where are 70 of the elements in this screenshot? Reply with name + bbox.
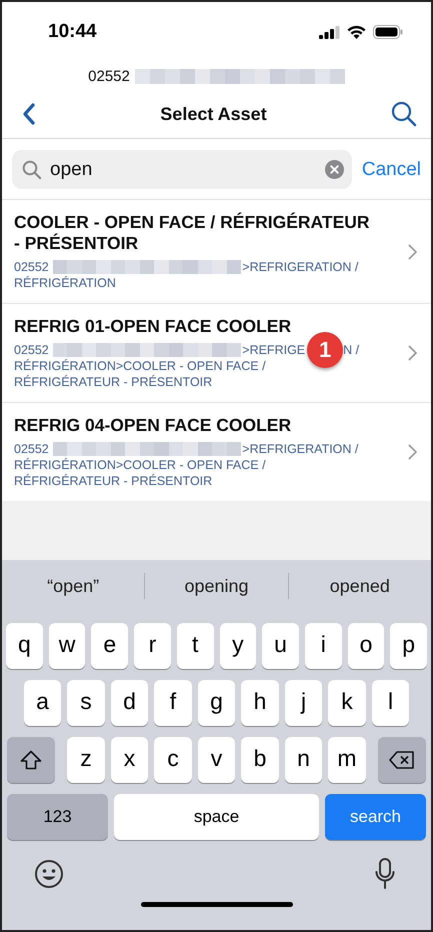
letter-key[interactable]: t bbox=[176, 623, 214, 669]
letter-key[interactable]: d bbox=[110, 680, 148, 726]
asset-path: RÉFRIGÉRATION>COOLER - OPEN FACE / RÉFRIGÉRATEUR - PRÉSENTOIR bbox=[14, 358, 267, 390]
letter-key[interactable]: h bbox=[241, 680, 279, 726]
asset-path: >REFRIGE bbox=[242, 342, 306, 358]
asset-path: RÉFRIGÉRATION>COOLER - OPEN FACE / RÉFRIGÉRATEUR - PRÉSENTOIR bbox=[14, 457, 267, 489]
asset-path: >REFRIGERATION / bbox=[242, 441, 358, 457]
letter-key[interactable]: n bbox=[284, 737, 322, 783]
asset-code: 02552 bbox=[14, 342, 49, 358]
signal-icon bbox=[319, 26, 340, 38]
step-badge: 1 bbox=[307, 332, 344, 368]
chevron-right-icon bbox=[408, 345, 417, 361]
letter-key[interactable]: a bbox=[24, 680, 62, 726]
letter-key[interactable]: z bbox=[67, 737, 105, 783]
asset-row[interactable]: COOLER - OPEN FACE / RÉFRIGÉRATEUR - PRÉSENTOIR 02552 >REFRIGERATION / RÉFRIGÉRATION bbox=[2, 200, 431, 303]
letter-key[interactable]: u bbox=[262, 623, 299, 669]
battery-icon bbox=[373, 25, 403, 39]
search-key[interactable]: search bbox=[325, 794, 426, 840]
cancel-button[interactable]: Cancel bbox=[362, 158, 421, 180]
asset-name: REFRIG 01-OPEN FACE COOLER bbox=[14, 316, 292, 337]
letter-key[interactable]: l bbox=[372, 680, 410, 726]
asset-path: >REFRIGERATION / bbox=[242, 259, 358, 275]
letter-key[interactable]: x bbox=[110, 737, 148, 783]
letter-key[interactable]: s bbox=[67, 680, 105, 726]
letter-key[interactable]: c bbox=[154, 737, 192, 783]
location-code: 02552 bbox=[88, 68, 130, 84]
asset-row[interactable]: REFRIG 01-OPEN FACE COOLER 02552 >REFRIGE 1 N / RÉFRIGÉRATION>COOLER - OPEN FACE / RÉFRIGÉRATEUR - PRÉSENTOIR bbox=[2, 303, 431, 402]
shift-key[interactable] bbox=[7, 737, 55, 783]
asset-path: N / bbox=[343, 342, 360, 358]
delete-icon bbox=[389, 751, 415, 769]
asset-path: RÉFRIGÉRATION bbox=[14, 275, 117, 291]
emoji-icon[interactable] bbox=[34, 859, 64, 889]
letter-key[interactable]: w bbox=[48, 623, 86, 669]
clear-icon[interactable] bbox=[324, 160, 344, 179]
microphone-icon[interactable] bbox=[375, 858, 395, 890]
letter-key[interactable]: r bbox=[134, 623, 171, 669]
asset-code: 02552 bbox=[14, 259, 49, 275]
asset-name: REFRIG 04-OPEN FACE COOLER bbox=[14, 415, 292, 436]
suggestion[interactable]: “open” bbox=[2, 576, 144, 596]
letter-key[interactable]: g bbox=[198, 680, 236, 726]
suggestion[interactable]: opened bbox=[288, 576, 431, 596]
letter-key[interactable]: y bbox=[220, 623, 256, 669]
delete-key[interactable] bbox=[378, 737, 426, 783]
letter-key[interactable]: q bbox=[6, 623, 43, 669]
asset-code: 02552 bbox=[14, 441, 49, 457]
asset-name: COOLER - OPEN FACE / RÉFRIGÉRATEUR - PRÉSENTOIR bbox=[14, 212, 371, 254]
letter-key[interactable]: e bbox=[91, 623, 128, 669]
letter-key[interactable]: k bbox=[328, 680, 366, 726]
letter-key[interactable]: i bbox=[304, 623, 342, 669]
numbers-key[interactable]: 123 bbox=[7, 794, 108, 840]
suggestion[interactable]: opening bbox=[145, 576, 288, 596]
letter-key[interactable]: f bbox=[154, 680, 192, 726]
space-key[interactable]: space bbox=[114, 794, 319, 840]
shift-icon bbox=[20, 750, 42, 770]
back-button[interactable] bbox=[22, 103, 36, 125]
wifi-icon bbox=[347, 25, 366, 39]
status-time: 10:44 bbox=[48, 21, 97, 43]
letter-key[interactable]: j bbox=[284, 680, 322, 726]
letter-key[interactable]: o bbox=[348, 623, 384, 669]
letter-key[interactable]: b bbox=[241, 737, 279, 783]
search-field[interactable]: open bbox=[50, 158, 317, 180]
screen-title: Select Asset bbox=[160, 104, 267, 124]
search-button[interactable] bbox=[391, 101, 417, 127]
letter-key[interactable]: v bbox=[198, 737, 236, 783]
letter-key[interactable]: p bbox=[390, 623, 428, 669]
chevron-right-icon bbox=[408, 444, 417, 460]
search-bar[interactable]: open bbox=[12, 150, 352, 189]
letter-key[interactable]: m bbox=[328, 737, 366, 783]
search-icon bbox=[22, 160, 42, 180]
chevron-right-icon bbox=[408, 244, 417, 260]
